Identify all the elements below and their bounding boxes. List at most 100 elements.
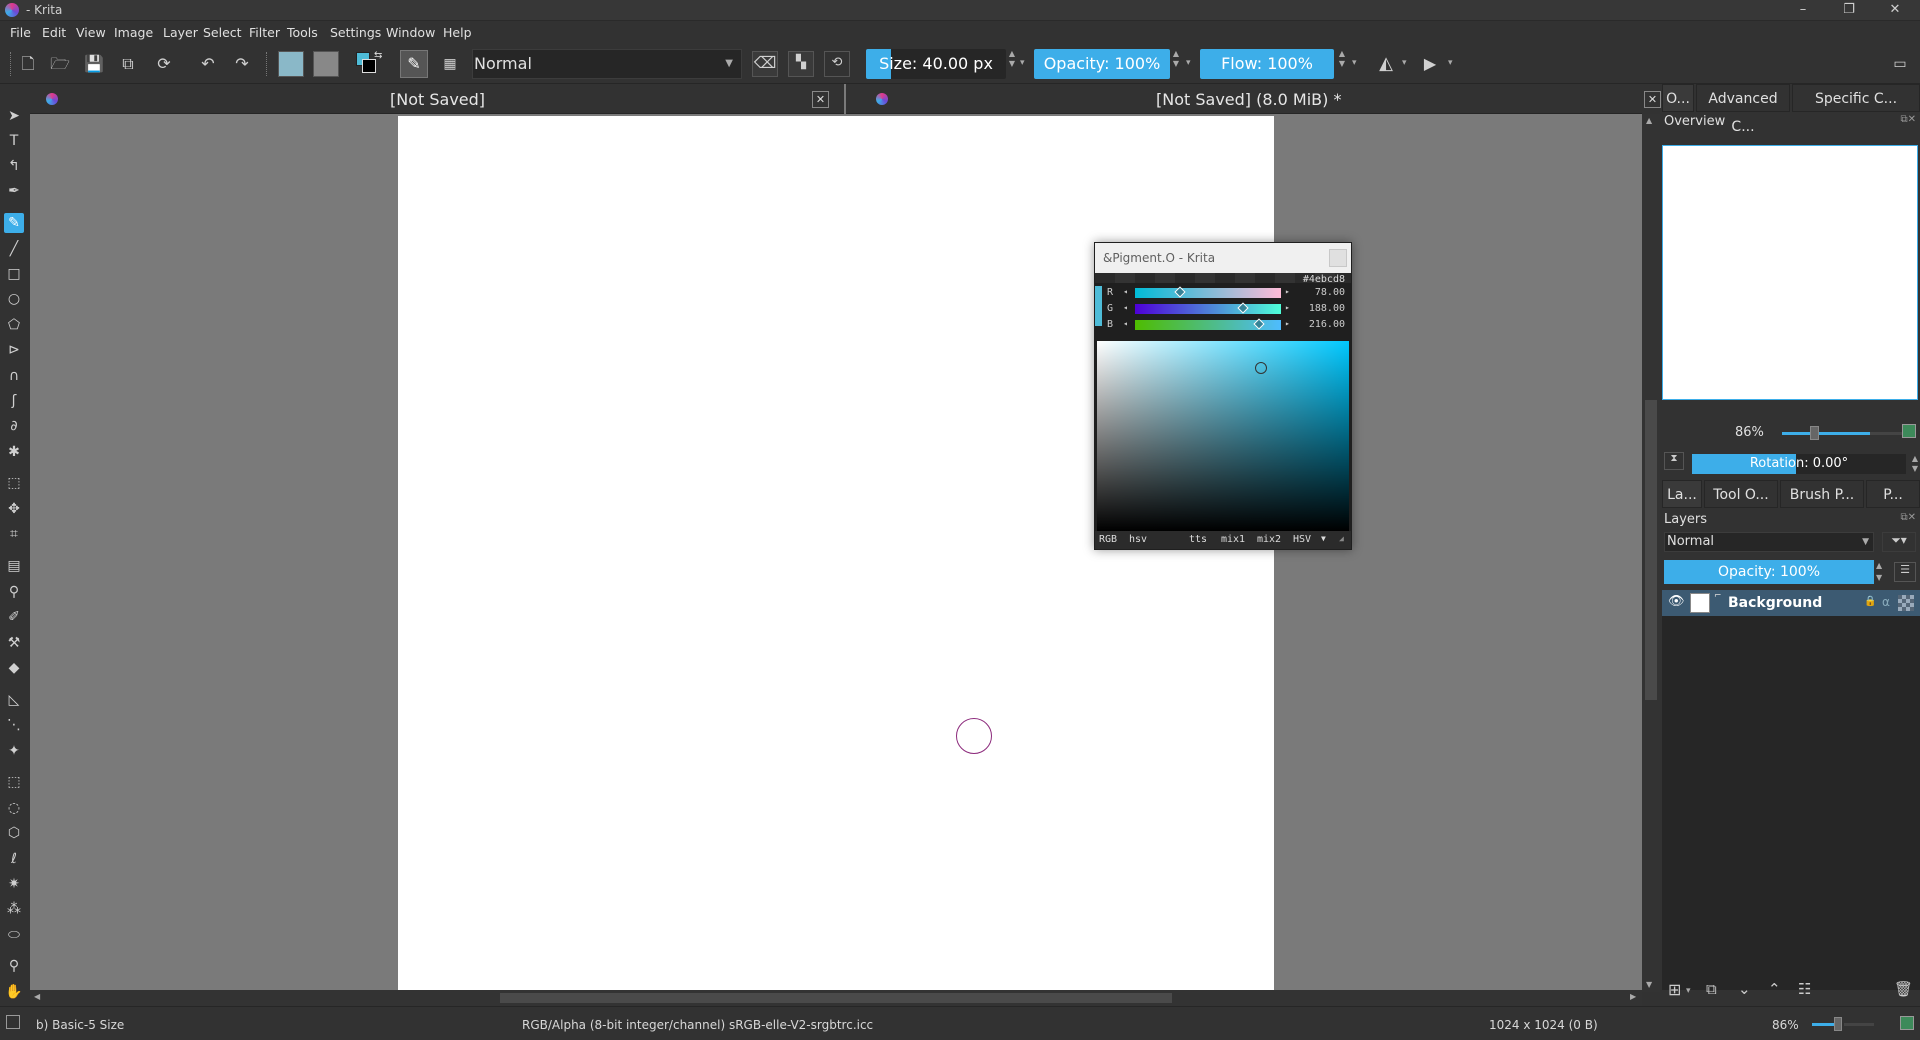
red-slider[interactable]: [1135, 286, 1281, 298]
menu-tools[interactable]: Tools: [287, 25, 318, 40]
add-layer-chevron-icon[interactable]: ▾: [1686, 986, 1691, 996]
brush-size-slider[interactable]: Size: 40.00 px: [866, 49, 1006, 79]
status-zoom-slider[interactable]: [1812, 1023, 1836, 1026]
docker-float-close-icon[interactable]: ⧉✕: [1900, 114, 1916, 125]
tab-palette[interactable]: P...: [1866, 480, 1920, 508]
scroll-right-icon[interactable]: ▶: [1630, 992, 1636, 1001]
layer-properties-icon[interactable]: ☰: [1894, 562, 1916, 582]
perspective-tool-icon[interactable]: ⋱: [4, 715, 24, 735]
flow-menu-chevron-icon[interactable]: ▾: [1352, 58, 1357, 68]
crop-tool-icon[interactable]: ⌗: [4, 524, 24, 544]
open-document-icon[interactable]: 🗁: [48, 53, 72, 75]
resize-grip-icon[interactable]: ◢: [1339, 534, 1344, 543]
new-document-icon[interactable]: 🗋: [16, 53, 40, 75]
tab-specific-color[interactable]: Specific C...: [1792, 84, 1920, 112]
rectangle-select-tool-icon[interactable]: ⬚: [4, 772, 24, 792]
channel-value[interactable]: 78.00: [1315, 287, 1345, 298]
docker-menu-icon[interactable]: ▭: [1888, 53, 1912, 75]
decrement-icon[interactable]: ◂: [1123, 319, 1128, 328]
bezier-select-tool-icon[interactable]: ⬭: [4, 925, 24, 945]
visibility-eye-icon[interactable]: 👁: [1668, 594, 1685, 609]
gradient-preset-icon[interactable]: [278, 51, 304, 77]
rotation-spinner-icon[interactable]: ▲ ▼: [1912, 454, 1918, 474]
dynamic-brush-tool-icon[interactable]: ∂: [4, 416, 24, 436]
polyline-tool-icon[interactable]: ⊳: [4, 340, 24, 360]
eraser-mode-icon[interactable]: ⌫: [752, 51, 778, 77]
scroll-left-icon[interactable]: ◀: [34, 992, 40, 1001]
menu-view[interactable]: View: [76, 25, 106, 40]
preserve-alpha-icon[interactable]: ▚: [788, 51, 814, 77]
similar-select-tool-icon[interactable]: ⁂: [4, 899, 24, 919]
size-spinner-icon[interactable]: ▲ ▼: [1006, 49, 1018, 79]
menu-file[interactable]: File: [10, 25, 31, 40]
mirror-view-icon[interactable]: ⧗: [1664, 452, 1684, 470]
reload-icon[interactable]: ⟳: [152, 53, 176, 75]
flow-slider[interactable]: Flow: 100%: [1200, 49, 1334, 79]
channel-value[interactable]: 216.00: [1309, 319, 1345, 330]
fill-tool-icon[interactable]: ◆: [4, 658, 24, 678]
opacity-slider[interactable]: Opacity: 100%: [1034, 49, 1170, 79]
opacity-menu-chevron-icon[interactable]: ▾: [1186, 58, 1191, 68]
vertical-scrollbar[interactable]: ▲ ▼: [1642, 114, 1660, 992]
line-tool-icon[interactable]: ╱: [4, 239, 24, 259]
horizontal-scroll-thumb[interactable]: [500, 993, 1172, 1003]
hsv-toggle[interactable]: hsv: [1129, 534, 1147, 545]
add-layer-icon[interactable]: ⊞: [1668, 980, 1681, 999]
color-space-info[interactable]: RGB/Alpha (8-bit integer/channel) sRGB-e…: [522, 1018, 873, 1032]
smart-patch-tool-icon[interactable]: ✐: [4, 607, 24, 627]
menu-layer[interactable]: Layer: [163, 25, 198, 40]
decrement-icon[interactable]: ◂: [1123, 303, 1128, 312]
minimize-button[interactable]: –: [1780, 0, 1826, 21]
freehand-brush-tool-icon[interactable]: ✎: [4, 213, 24, 233]
color-picker-tool-icon[interactable]: ⚲: [4, 582, 24, 602]
overview-preview[interactable]: [1662, 145, 1918, 400]
layer-filter-icon[interactable]: ⏷▾: [1882, 532, 1916, 552]
channel-value[interactable]: 188.00: [1309, 303, 1345, 314]
red-slider-thumb[interactable]: [1174, 286, 1186, 298]
save-incremental-icon[interactable]: ⧉: [116, 53, 140, 75]
rotation-slider[interactable]: Rotation: 0.00°: [1692, 454, 1906, 474]
pigmento-close-button[interactable]: [1329, 249, 1347, 267]
docker-float-close-icon[interactable]: ⧉✕: [1900, 512, 1916, 523]
increment-icon[interactable]: ▸: [1285, 319, 1290, 328]
blend-mode-dropdown[interactable]: Normal ▼: [472, 49, 742, 79]
pan-tool-icon[interactable]: ✋: [4, 982, 24, 1002]
menu-help[interactable]: Help: [443, 25, 472, 40]
bezier-tool-icon[interactable]: ∩: [4, 366, 24, 386]
save-icon[interactable]: 💾: [82, 53, 106, 75]
increment-icon[interactable]: ▸: [1285, 303, 1290, 312]
status-zoom-thumb[interactable]: [1834, 1017, 1842, 1031]
pigmento-title[interactable]: &Pigment.O - Krita: [1095, 243, 1351, 273]
rgb-toggle[interactable]: RGB: [1099, 534, 1117, 545]
layer-blend-mode-dropdown[interactable]: Normal ▼: [1664, 532, 1874, 552]
menu-image[interactable]: Image: [114, 25, 153, 40]
color-picker-cursor[interactable]: [1255, 362, 1267, 374]
alpha-lock-icon[interactable]: α: [1882, 595, 1890, 609]
selection-display-icon[interactable]: [6, 1015, 20, 1029]
mirror-v-chevron-icon[interactable]: ▾: [1448, 58, 1453, 68]
layer-properties-button-icon[interactable]: ☷: [1798, 980, 1811, 998]
reset-icon[interactable]: ⟲: [824, 51, 850, 77]
mirror-vertical-icon[interactable]: ▶: [1418, 53, 1442, 75]
swap-colors-icon[interactable]: ⇆: [374, 50, 382, 61]
inherit-alpha-icon[interactable]: [1898, 595, 1914, 611]
ellipse-select-tool-icon[interactable]: ◌: [4, 798, 24, 818]
opacity-spinner-icon[interactable]: ▲ ▼: [1170, 49, 1182, 79]
zoom-slider[interactable]: [1782, 432, 1872, 435]
polygon-select-tool-icon[interactable]: ⬡: [4, 823, 24, 843]
move-layer-up-icon[interactable]: ⌃: [1768, 980, 1781, 998]
select-shapes-tool-icon[interactable]: ➤: [4, 106, 24, 126]
panel-mode-dropdown[interactable]: HSV: [1293, 534, 1311, 545]
brush-preset-icon[interactable]: ✎: [400, 50, 428, 78]
tts-toggle[interactable]: tts: [1189, 534, 1207, 545]
layer-opacity-spinner-icon[interactable]: ▲ ▼: [1876, 560, 1882, 584]
calligraphy-tool-icon[interactable]: ✒: [4, 181, 24, 201]
flow-spinner-icon[interactable]: ▲ ▼: [1336, 49, 1348, 79]
freehand-select-tool-icon[interactable]: ℓ: [4, 849, 24, 869]
close-tab-button[interactable]: ✕: [812, 91, 829, 108]
lock-icon[interactable]: 🔒: [1864, 596, 1876, 607]
move-layer-down-icon[interactable]: ⌄: [1738, 980, 1751, 998]
tab-brush-presets[interactable]: Brush P...: [1780, 480, 1864, 508]
mirror-h-chevron-icon[interactable]: ▾: [1402, 58, 1407, 68]
fit-view-icon[interactable]: [1900, 1016, 1914, 1030]
